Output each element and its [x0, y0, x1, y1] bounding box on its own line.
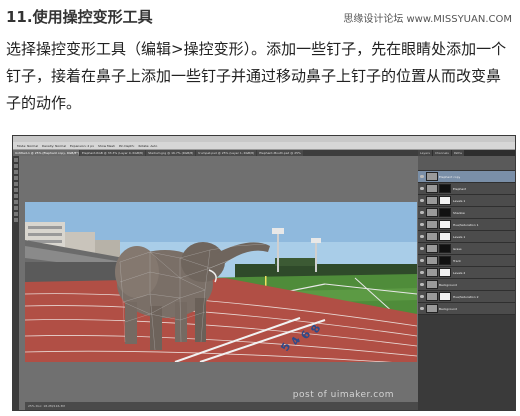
layer-mask-thumbnail[interactable]: [439, 220, 451, 229]
layer-row[interactable]: Levels 2: [418, 267, 515, 279]
layer-row[interactable]: Grass: [418, 243, 515, 255]
layer-name: Background: [439, 306, 457, 311]
layer-mask-thumbnail[interactable]: [439, 268, 451, 277]
eye-icon[interactable]: [420, 307, 424, 310]
layer-name: Levels 1: [453, 234, 466, 239]
layer-thumbnail: [426, 292, 438, 301]
eye-icon[interactable]: [420, 247, 424, 250]
stadium-elephant-image[interactable]: 5 4 6 8: [25, 202, 417, 362]
step-description: 选择操控变形工具（编辑>操控变形）。添加一些钉子，先在眼睛处添加一个钉子，接着在…: [6, 40, 507, 112]
layer-mask-thumbnail[interactable]: [439, 184, 451, 193]
layer-thumbnail: [426, 208, 438, 217]
tab-layers[interactable]: Layers: [418, 150, 432, 156]
layer-name: Background: [439, 282, 457, 287]
layer-mask-thumbnail[interactable]: [439, 208, 451, 217]
layer-name: Shadow: [453, 210, 465, 215]
canvas-area[interactable]: 5 4 6 8 post of uimaker.com 25% Doc: 18.…: [19, 156, 424, 410]
zoom-tool-icon[interactable]: [14, 218, 18, 222]
layer-thumbnail: [426, 172, 438, 181]
step-heading: 11.使用操控变形工具: [6, 8, 153, 26]
layer-thumbnail: [426, 256, 438, 265]
layer-row[interactable]: Shadow: [418, 207, 515, 219]
layer-name: Hue/Saturation 1: [453, 222, 479, 227]
tab-channels[interactable]: Channels: [432, 150, 451, 156]
layer-name: Grass: [453, 246, 462, 251]
tab-paths[interactable]: Paths: [451, 150, 464, 156]
option-show-mesh[interactable]: Show Mesh: [98, 144, 115, 148]
layer-thumbnail: [426, 244, 438, 253]
layer-row[interactable]: Hue/Saturation 2: [418, 291, 515, 303]
hand-tool-icon[interactable]: [14, 212, 18, 216]
layer-row[interactable]: Hue/Saturation 1: [418, 219, 515, 231]
eye-icon[interactable]: [420, 283, 424, 286]
eye-icon[interactable]: [420, 175, 424, 178]
layer-row[interactable]: Background: [418, 279, 515, 291]
layer-list: Elephant copy Elephant Levels 1 Shadow Hue/S…: [418, 171, 515, 315]
bottom-watermark: post of uimaker.com: [292, 390, 394, 400]
layer-name: Levels 2: [453, 270, 466, 275]
layer-thumbnail: [426, 232, 438, 241]
pen-tool-icon[interactable]: [14, 200, 18, 204]
marquee-tool-icon[interactable]: [14, 164, 18, 168]
layer-thumbnail: [426, 268, 438, 277]
move-tool-icon[interactable]: [14, 158, 18, 162]
layer-row[interactable]: Track: [418, 255, 515, 267]
option-expansion[interactable]: Expansion: 2 px: [70, 144, 94, 148]
eye-icon[interactable]: [420, 223, 424, 226]
layer-row[interactable]: Background: [418, 303, 515, 315]
layer-thumbnail: [426, 304, 438, 313]
eye-icon[interactable]: [420, 235, 424, 238]
photoshop-window: Mode: Normal Density: Normal Expansion: …: [12, 135, 516, 411]
layer-mask-thumbnail[interactable]: [439, 244, 451, 253]
eraser-tool-icon[interactable]: [14, 188, 18, 192]
layer-row[interactable]: Elephant: [418, 183, 515, 195]
layer-row[interactable]: Elephant copy: [418, 171, 515, 183]
layer-name: Elephant: [453, 186, 467, 191]
eye-icon[interactable]: [420, 295, 424, 298]
eye-icon[interactable]: [420, 199, 424, 202]
layer-blend-controls[interactable]: [418, 156, 515, 171]
option-density[interactable]: Density: Normal: [42, 144, 66, 148]
layer-thumbnail: [426, 184, 438, 193]
layer-thumbnail: [426, 280, 438, 289]
eye-icon[interactable]: [420, 211, 424, 214]
layer-mask-thumbnail[interactable]: [439, 292, 451, 301]
site-watermark: 思缘设计论坛 www.MISSYUAN.COM: [343, 14, 512, 25]
crop-tool-icon[interactable]: [14, 176, 18, 180]
layer-thumbnail: [426, 196, 438, 205]
layer-name: Levels 1: [453, 198, 466, 203]
layer-name: Hue/Saturation 2: [453, 294, 479, 299]
options-bar: Mode: Normal Density: Normal Expansion: …: [13, 142, 515, 150]
option-rotate[interactable]: Rotate: Auto: [139, 144, 158, 148]
layer-mask-thumbnail[interactable]: [439, 232, 451, 241]
lasso-tool-icon[interactable]: [14, 170, 18, 174]
eye-icon[interactable]: [420, 259, 424, 262]
layer-row[interactable]: Levels 1: [418, 195, 515, 207]
option-mode[interactable]: Mode: Normal: [17, 144, 38, 148]
eye-icon[interactable]: [420, 187, 424, 190]
layers-panel: Layers Channels Paths Elephant copy Eleph…: [418, 150, 515, 410]
layer-name: Track: [453, 258, 461, 263]
eye-icon[interactable]: [420, 271, 424, 274]
layer-mask-thumbnail[interactable]: [439, 256, 451, 265]
type-tool-icon[interactable]: [14, 206, 18, 210]
layer-row[interactable]: Levels 1: [418, 231, 515, 243]
layer-mask-thumbnail[interactable]: [439, 196, 451, 205]
gradient-tool-icon[interactable]: [14, 194, 18, 198]
option-pin-depth[interactable]: Pin Depth:: [119, 144, 135, 148]
layer-name: Elephant copy: [439, 174, 461, 179]
status-bar: 25% Doc: 18.2M/116.3M: [25, 402, 424, 410]
brush-tool-icon[interactable]: [14, 182, 18, 186]
layer-thumbnail: [426, 220, 438, 229]
